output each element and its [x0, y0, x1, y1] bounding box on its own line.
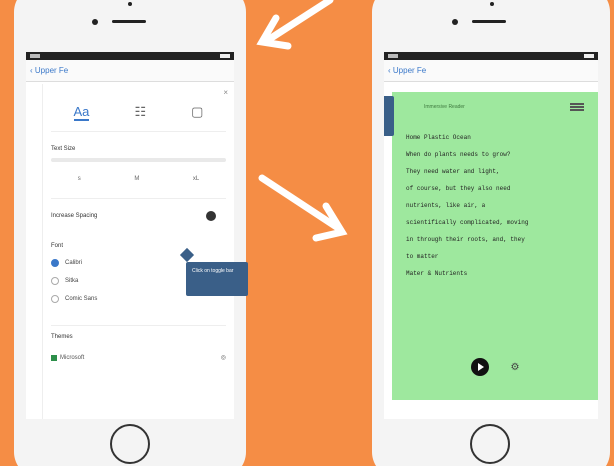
- text-size-slider[interactable]: [51, 158, 226, 162]
- themes-section: Themes: [51, 325, 226, 340]
- side-tab[interactable]: [384, 96, 394, 136]
- settings-tabs: Aa ☷ ▢: [51, 104, 226, 132]
- radio-unchecked[interactable]: [51, 295, 59, 303]
- font-option-label: Calibri: [65, 260, 83, 266]
- nav-bar: ‹ Upper Fe: [26, 60, 234, 82]
- text-line: to matter: [406, 253, 439, 260]
- text-line: of course, but they also need: [406, 185, 511, 192]
- text-line: When do plants needs to grow?: [406, 151, 511, 158]
- sensor-dot: [128, 2, 132, 6]
- font-label: Font: [51, 243, 64, 249]
- text-size-label: Text Size: [51, 146, 76, 152]
- status-bar: [26, 52, 234, 60]
- size-marks: s M xL: [51, 176, 226, 182]
- nav-bar: ‹ Upper Fe: [384, 60, 598, 82]
- font-option-comic-sans[interactable]: Comic Sans: [51, 295, 226, 303]
- right-phone: ‹ Upper Fe Immersive Reader Home Plastic…: [372, 0, 610, 466]
- settings-icon[interactable]: ◎: [221, 354, 226, 361]
- radio-checked[interactable]: [51, 259, 59, 267]
- voice-settings-icon[interactable]: ⚙: [511, 362, 520, 373]
- home-button[interactable]: [110, 424, 150, 464]
- tooltip: Click on toggle bar: [186, 262, 248, 296]
- size-medium[interactable]: M: [134, 176, 139, 182]
- menu-icon[interactable]: [570, 103, 584, 111]
- text-line: They need water and light,: [406, 168, 500, 175]
- playback-controls: ⚙: [392, 358, 598, 376]
- settings-panel: × Aa ☷ ▢ Text Size s M xL Increase Spaci…: [42, 84, 234, 419]
- text-size-icon[interactable]: Aa: [73, 104, 90, 121]
- text-line: nutrients, like air, a: [406, 202, 486, 209]
- spacing-label: Increase Spacing: [51, 213, 98, 219]
- reader-screen: ‹ Upper Fe Immersive Reader Home Plastic…: [384, 52, 598, 419]
- camera: [452, 19, 458, 25]
- text-line: Home Plastic Ocean: [406, 134, 471, 141]
- immersive-reader: Immersive Reader Home Plastic Ocean When…: [392, 92, 598, 400]
- brand: Microsoft: [51, 354, 85, 361]
- size-large[interactable]: xL: [193, 176, 199, 182]
- size-small[interactable]: s: [78, 176, 81, 182]
- layout-icon[interactable]: ☷: [134, 104, 146, 121]
- home-button[interactable]: [470, 424, 510, 464]
- font-option-label: Comic Sans: [65, 296, 98, 302]
- reader-title: Immersive Reader: [424, 104, 465, 110]
- back-link[interactable]: ‹ Upper Fe: [388, 66, 426, 75]
- settings-screen: ‹ Upper Fe × Aa ☷ ▢ Text Size s M xL Inc…: [26, 52, 234, 419]
- camera: [92, 19, 98, 25]
- spacing-toggle[interactable]: [206, 211, 216, 221]
- left-phone: ‹ Upper Fe × Aa ☷ ▢ Text Size s M xL Inc…: [14, 0, 246, 466]
- text-line: Mater & Nutrients: [406, 270, 468, 277]
- text-line: scientifically complicated, moving: [406, 219, 529, 226]
- text-line: in through their roots, and, they: [406, 236, 525, 243]
- font-option-label: Sitka: [65, 278, 79, 284]
- themes-label: Themes: [51, 334, 73, 340]
- page-icon[interactable]: ▢: [191, 104, 203, 121]
- reader-header: Immersive Reader: [424, 92, 584, 122]
- arrow-to-left-phone: [256, 0, 334, 50]
- earpiece: [472, 20, 506, 23]
- reader-text: Home Plastic Ocean When do plants needs …: [406, 134, 584, 287]
- footer-row: Microsoft ◎: [51, 354, 226, 361]
- brand-label: Microsoft: [60, 354, 85, 361]
- radio-unchecked[interactable]: [51, 277, 59, 285]
- spacing-row: Increase Spacing: [51, 198, 226, 221]
- earpiece: [112, 20, 146, 23]
- sensor-dot: [490, 2, 494, 6]
- play-icon[interactable]: [470, 358, 489, 376]
- status-bar: [384, 52, 598, 60]
- close-icon[interactable]: ×: [223, 88, 228, 97]
- microsoft-logo-icon: [51, 354, 57, 361]
- back-link[interactable]: ‹ Upper Fe: [30, 66, 68, 75]
- arrow-to-right-phone: [258, 174, 348, 242]
